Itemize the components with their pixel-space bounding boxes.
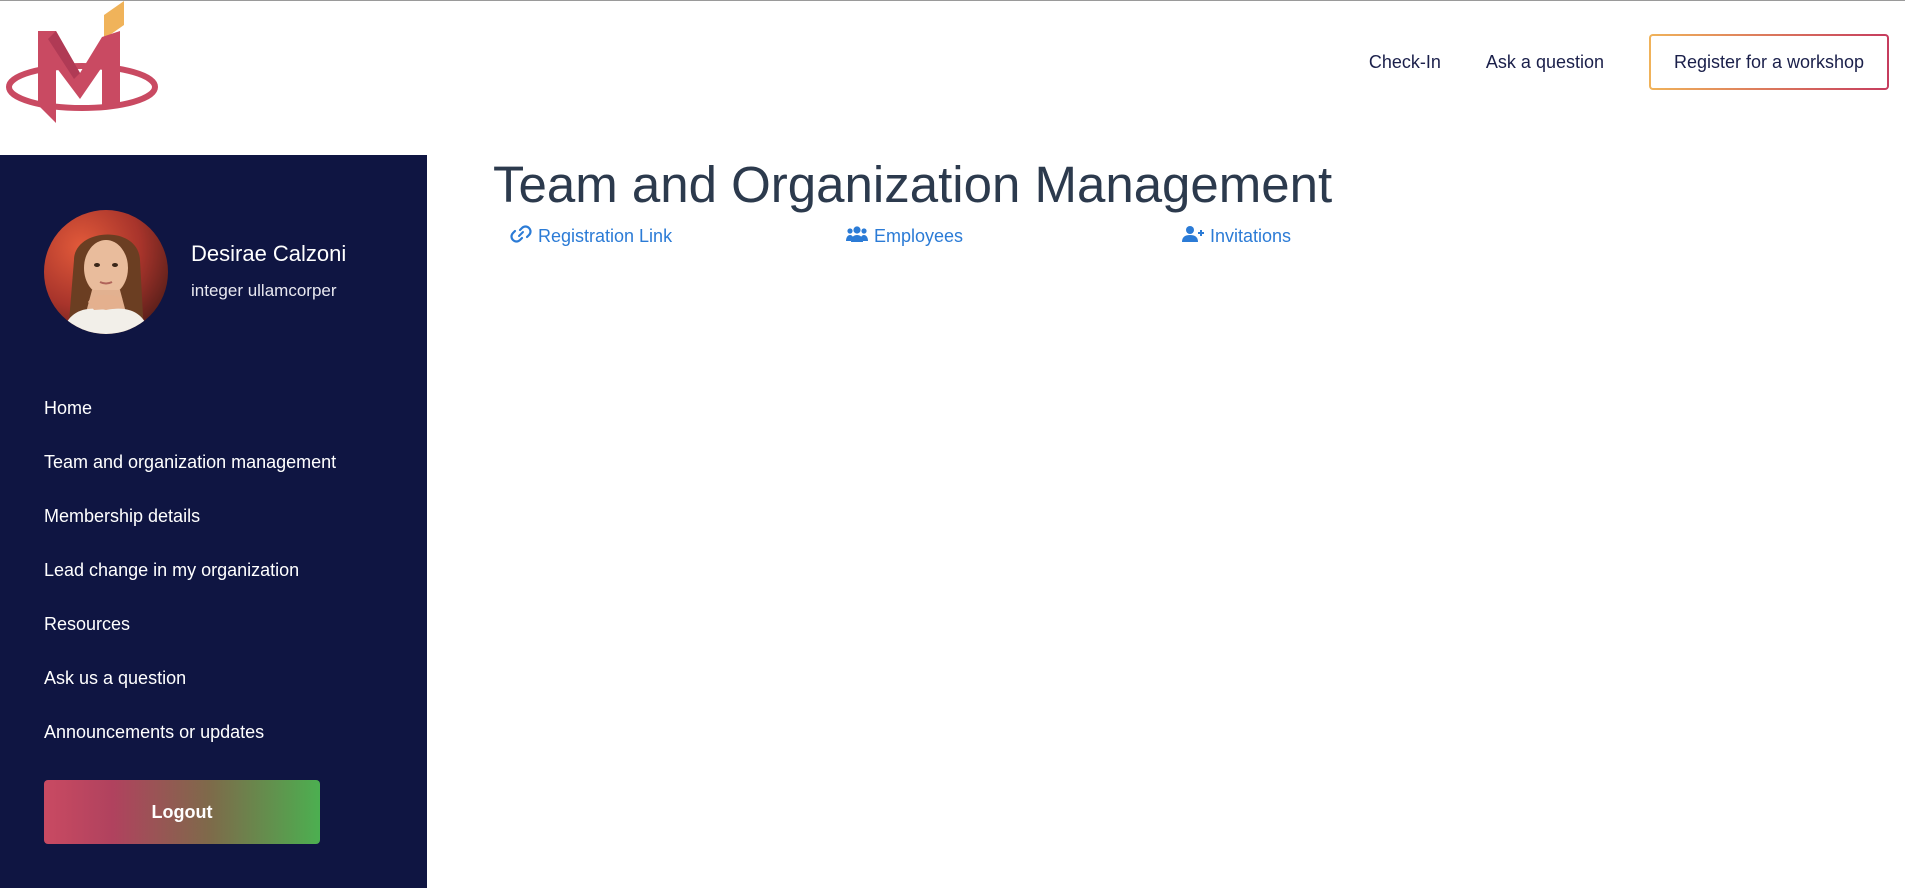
link-icon (510, 224, 538, 248)
user-avatar (44, 210, 168, 334)
nav-checkin-link[interactable]: Check-In (1369, 52, 1441, 73)
sidebar-item-ask-question[interactable]: Ask us a question (44, 667, 336, 721)
main-content: Team and Organization Management Registr… (427, 155, 1905, 888)
logout-button[interactable]: Logout (44, 780, 320, 844)
tab-registration-link[interactable]: Registration Link (510, 224, 672, 248)
tab-invitations-label: Invitations (1210, 225, 1292, 246)
page-title: Team and Organization Management (493, 156, 1333, 213)
sidebar-item-team-management[interactable]: Team and organization management (44, 451, 336, 505)
header-nav: Check-In Ask a question Register for a w… (1369, 33, 1905, 91)
profile-subtitle: integer ullamcorper (191, 281, 337, 300)
tab-employees-label: Employees (874, 225, 964, 246)
tab-employees[interactable]: Employees (846, 224, 963, 248)
sidebar-item-home[interactable]: Home (44, 397, 336, 451)
register-workshop-button[interactable]: Register for a workshop (1649, 34, 1889, 90)
sidebar-item-announcements[interactable]: Announcements or updates (44, 721, 336, 775)
sidebar-item-membership[interactable]: Membership details (44, 505, 336, 559)
user-plus-icon (1182, 225, 1210, 248)
sidebar-item-resources[interactable]: Resources (44, 613, 336, 667)
tab-invitations[interactable]: Invitations (1182, 224, 1291, 248)
tab-registration-label: Registration Link (538, 225, 673, 246)
sidebar-item-lead-change[interactable]: Lead change in my organization (44, 559, 336, 613)
nav-ask-question-link[interactable]: Ask a question (1486, 52, 1604, 73)
m-logo-icon[interactable] (4, 1, 164, 126)
sidebar: Desirae Calzoni integer ullamcorper Home… (0, 155, 427, 888)
site-header: Check-In Ask a question Register for a w… (0, 1, 1905, 155)
users-icon (846, 225, 874, 248)
profile-name: Desirae Calzoni (191, 241, 347, 266)
sidebar-menu: Home Team and organization management Me… (44, 397, 336, 775)
